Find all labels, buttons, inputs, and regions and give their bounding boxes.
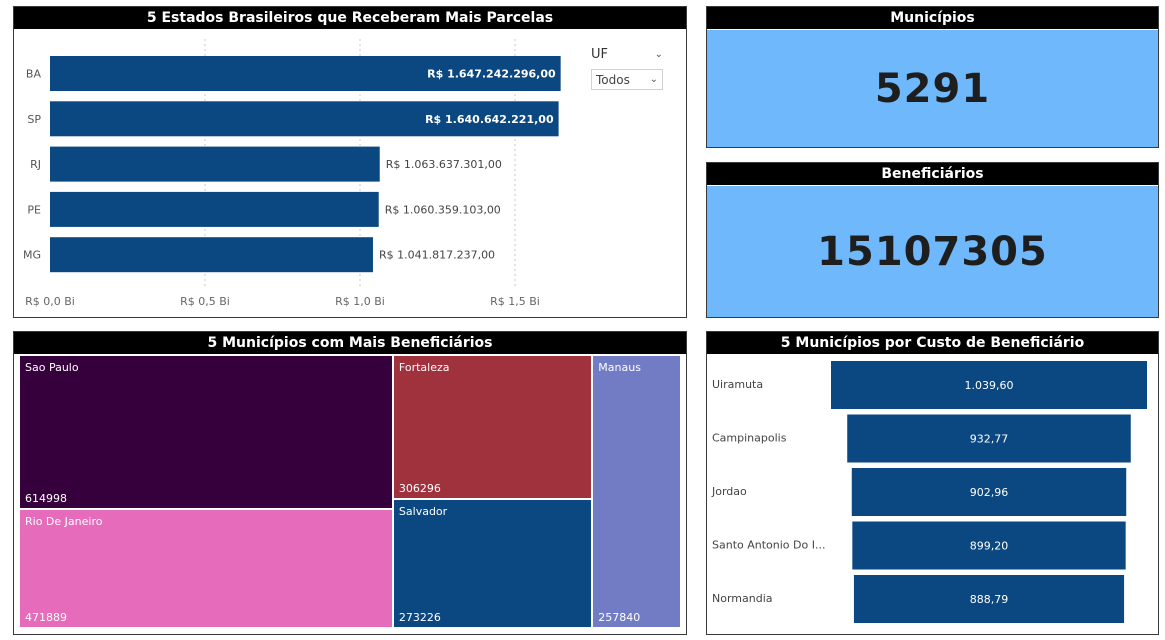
bar[interactable] xyxy=(50,237,373,273)
beneficiarios-value: 15107305 xyxy=(817,228,1048,275)
chevron-down-icon: ⌄ xyxy=(649,74,658,85)
funnel-title: 5 Municípios por Custo de Beneficiário xyxy=(707,332,1158,354)
funnel-data-label: 902,96 xyxy=(970,486,1009,499)
treemap-tile-value: 306296 xyxy=(398,482,441,496)
treemap-tile-value: 257840 xyxy=(598,611,641,624)
treemap-tile[interactable]: Rio De Janeiro 471889 xyxy=(19,509,393,628)
data-label: R$ 1.640.642.221,00 xyxy=(425,113,554,126)
x-tick-label: R$ 1,0 Bi xyxy=(335,295,385,308)
funnel-panel: 5 Municípios por Custo de Beneficiário 1… xyxy=(706,331,1159,635)
chevron-down-icon[interactable]: ⌄ xyxy=(655,49,663,60)
funnel-category-label: Santo Antonio Do I... xyxy=(712,539,825,552)
treemap-tile-value: 273226 xyxy=(398,610,441,624)
funnel-data-label: 899,20 xyxy=(970,540,1009,553)
funnel-data-label: 932,77 xyxy=(970,433,1009,446)
y-tick-label: RJ xyxy=(30,158,41,171)
treemap-tile-label: Manaus xyxy=(598,361,641,374)
slicer-value: Todos xyxy=(596,72,630,87)
data-label: R$ 1.063.637.301,00 xyxy=(386,158,502,171)
funnel-category-label: Uiramuta xyxy=(712,378,763,391)
slicer-dropdown[interactable]: Todos ⌄ xyxy=(591,69,663,90)
y-tick-label: PE xyxy=(27,203,41,216)
bar-chart: R$ 0,0 Bi R$ 0,5 Bi R$ 1,0 Bi R$ 1,5 Bi BA R$… xyxy=(23,39,561,308)
funnel-category-label: Jordao xyxy=(711,485,747,498)
treemap: Sao Paulo 614998 Rio De Janeiro 471889 Forta… xyxy=(19,355,681,628)
data-label: R$ 1.041.817.237,00 xyxy=(379,249,495,262)
bar[interactable] xyxy=(50,146,380,182)
treemap-tile-label: Salvador xyxy=(398,505,448,519)
beneficiarios-card: Beneficiários 15107305 xyxy=(706,162,1159,318)
treemap-panel: 5 Municípios com Mais Beneficiários Sao … xyxy=(13,331,687,635)
x-tick-label: R$ 0,0 Bi xyxy=(25,295,75,308)
bar-chart-panel: 5 Estados Brasileiros que Receberam Mais… xyxy=(13,6,687,318)
funnel-category-label: Normandia xyxy=(712,592,773,605)
y-tick-label: SP xyxy=(27,113,41,126)
bar-chart-title: 5 Estados Brasileiros que Receberam Mais… xyxy=(14,7,686,29)
slicer-label: UF xyxy=(591,46,608,62)
funnel-category-label: Campinapolis xyxy=(712,432,787,445)
treemap-tile-label: Sao Paulo xyxy=(25,361,79,374)
y-tick-label: BA xyxy=(26,68,42,81)
municipios-card-title: Municípios xyxy=(707,7,1158,29)
funnel-chart: 1.039,60 Uiramuta 932,77 Campinapolis 902,96… xyxy=(711,361,1147,623)
treemap-tile[interactable]: Salvador 273226 xyxy=(392,499,593,628)
treemap-tile[interactable]: Manaus 257840 xyxy=(592,355,681,628)
municipios-card: Municípios 5291 xyxy=(706,6,1159,148)
funnel-data-label: 888,79 xyxy=(970,593,1009,606)
treemap-tile-label: Rio De Janeiro xyxy=(25,515,103,529)
x-tick-label: R$ 0,5 Bi xyxy=(180,295,230,308)
beneficiarios-card-title: Beneficiários xyxy=(707,163,1158,185)
data-label: R$ 1.060.359.103,00 xyxy=(385,203,501,216)
bar[interactable] xyxy=(50,191,379,227)
funnel-data-label: 1.039,60 xyxy=(965,379,1014,392)
treemap-tile-value: 614998 xyxy=(25,492,67,506)
treemap-tile[interactable]: Sao Paulo 614998 xyxy=(19,355,393,510)
treemap-title: 5 Municípios com Mais Beneficiários xyxy=(14,332,686,354)
uf-slicer[interactable]: UF ⌄ Todos ⌄ xyxy=(591,45,663,90)
municipios-value: 5291 xyxy=(874,65,991,112)
treemap-tile[interactable]: Fortaleza 306296 xyxy=(392,355,593,500)
data-label: R$ 1.647.242.296,00 xyxy=(427,68,556,81)
x-tick-label: R$ 1,5 Bi xyxy=(490,295,540,308)
y-tick-label: MG xyxy=(23,249,41,262)
treemap-tile-label: Fortaleza xyxy=(398,361,450,374)
treemap-tile-value: 471889 xyxy=(25,610,67,624)
